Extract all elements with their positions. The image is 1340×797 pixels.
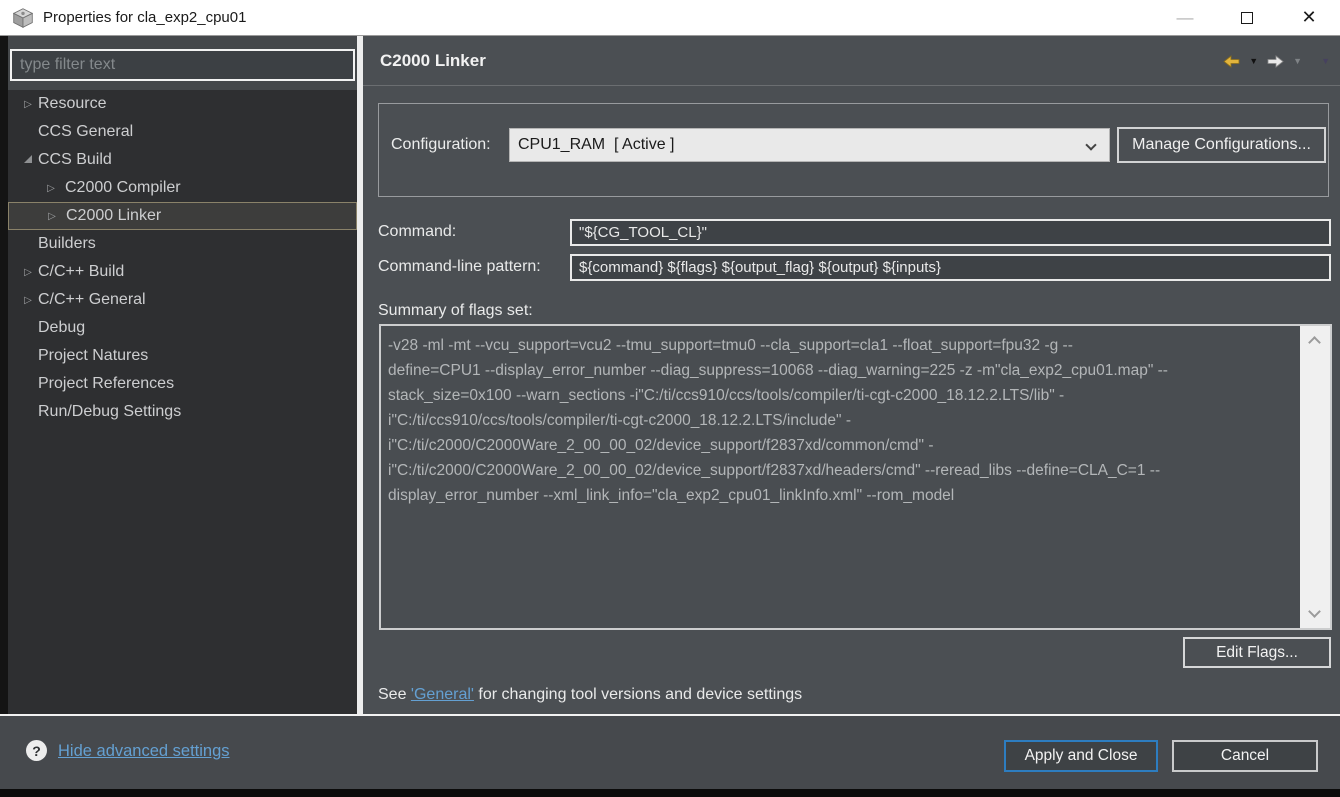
sidebar-item-label: Project Natures bbox=[38, 347, 149, 364]
hide-advanced-settings-link[interactable]: Hide advanced settings bbox=[58, 742, 230, 761]
flag-line: display_error_number --xml_link_info="cl… bbox=[388, 487, 955, 504]
flag-line: -v28 -ml -mt --vcu_support=vcu2 --tmu_su… bbox=[388, 337, 1073, 354]
command-label: Command: bbox=[378, 223, 457, 240]
chevron-down-icon bbox=[1085, 139, 1097, 151]
sidebar-item-run-debug-settings[interactable]: Run/Debug Settings bbox=[8, 398, 357, 426]
sidebar-item-label: CCS Build bbox=[38, 151, 112, 168]
sidebar-item-debug[interactable]: Debug bbox=[8, 314, 357, 342]
sidebar-item-label: Debug bbox=[38, 319, 86, 336]
sidebar-item-project-references[interactable]: Project References bbox=[8, 370, 357, 398]
sidebar-item-ccs-build[interactable]: CCS Build bbox=[8, 146, 357, 174]
maximize-button[interactable] bbox=[1216, 0, 1278, 35]
sidebar-item-ccs-general[interactable]: CCS General bbox=[8, 118, 357, 146]
tree-twistie-icon[interactable]: ▷ bbox=[22, 99, 34, 110]
edit-flags-button[interactable]: Edit Flags... bbox=[1183, 637, 1331, 668]
sidebar-item-label: CCS General bbox=[38, 123, 134, 140]
window-frame-bottom bbox=[0, 789, 1340, 797]
filter-area: type filter text bbox=[8, 36, 357, 90]
cancel-button[interactable]: Cancel bbox=[1172, 740, 1318, 772]
footer-note-suffix: for changing tool versions and device se… bbox=[473, 686, 803, 703]
scroll-up-icon[interactable] bbox=[1308, 336, 1321, 349]
window-frame-left bbox=[0, 36, 8, 789]
flag-line: i"C:/ti/c2000/C2000Ware_2_00_00_02/devic… bbox=[388, 462, 1161, 479]
back-history-dropdown-icon[interactable]: ▼ bbox=[1249, 56, 1258, 66]
sidebar-item-c2000-compiler[interactable]: ▷ C2000 Compiler bbox=[8, 174, 357, 202]
tree-twistie-icon[interactable]: ▷ bbox=[22, 267, 34, 278]
footer-note: See 'General' for changing tool versions… bbox=[378, 686, 802, 704]
title-bar[interactable]: Properties for cla_exp2_cpu01 — ✕ bbox=[0, 0, 1340, 36]
sidebar-item-resource[interactable]: ▷ Resource bbox=[8, 90, 357, 118]
configuration-group: Configuration: CPU1_RAM [ Active ] Manag… bbox=[378, 103, 1329, 197]
sidebar-item-project-natures[interactable]: Project Natures bbox=[8, 342, 357, 370]
view-menu-icon[interactable]: ▼ bbox=[1321, 56, 1330, 66]
sidebar-item-label: Project References bbox=[38, 375, 175, 392]
tree-twistie-icon[interactable]: ▷ bbox=[45, 183, 57, 194]
sidebar-item-label: Resource bbox=[38, 95, 107, 112]
help-icon[interactable]: ? bbox=[26, 740, 47, 761]
sidebar-item-label: Run/Debug Settings bbox=[38, 403, 182, 420]
forward-history-dropdown-icon[interactable]: ▼ bbox=[1293, 56, 1302, 66]
close-button[interactable]: ✕ bbox=[1278, 0, 1340, 35]
minimize-button[interactable]: — bbox=[1154, 0, 1216, 35]
tree-twistie-icon[interactable]: ▷ bbox=[22, 295, 34, 306]
flag-line: stack_size=0x100 --warn_sections -i"C:/t… bbox=[388, 387, 1065, 404]
general-link[interactable]: 'General' bbox=[411, 686, 474, 703]
flags-summary-box[interactable]: -v28 -ml -mt --vcu_support=vcu2 --tmu_su… bbox=[379, 324, 1332, 630]
filter-input[interactable]: type filter text bbox=[10, 49, 355, 81]
forward-arrow-icon[interactable] bbox=[1267, 54, 1284, 68]
sidebar-item-c-c-general[interactable]: ▷ C/C++ General bbox=[8, 286, 357, 314]
cube-icon bbox=[13, 7, 33, 28]
properties-sidebar: type filter text ▷ Resource CCS General CCS… bbox=[8, 36, 357, 714]
configuration-label: Configuration: bbox=[391, 136, 491, 153]
command-line-pattern-input[interactable]: ${command} ${flags} ${output_flag} ${out… bbox=[570, 254, 1331, 281]
bottom-bar: ? Hide advanced settings Apply and Close… bbox=[0, 716, 1340, 789]
configuration-select[interactable]: CPU1_RAM [ Active ] bbox=[509, 128, 1110, 162]
sidebar-item-label: C2000 Linker bbox=[66, 207, 162, 224]
flags-scrollbar[interactable] bbox=[1300, 326, 1330, 628]
command-input[interactable]: "${CG_TOOL_CL}" bbox=[570, 219, 1331, 246]
main-panel: C2000 Linker ▼ ▼ ▼ Configuration: CPU1_R… bbox=[363, 36, 1340, 714]
window-title: Properties for cla_exp2_cpu01 bbox=[43, 9, 247, 26]
sidebar-item-label: C/C++ Build bbox=[38, 263, 125, 280]
sidebar-item-label: Builders bbox=[38, 235, 96, 252]
footer-note-prefix: See bbox=[378, 686, 411, 703]
sidebar-item-label: C/C++ General bbox=[38, 291, 146, 308]
properties-dialog: Properties for cla_exp2_cpu01 — ✕ type f… bbox=[0, 0, 1340, 797]
command-line-pattern-label: Command-line pattern: bbox=[378, 258, 541, 275]
flags-summary-text: -v28 -ml -mt --vcu_support=vcu2 --tmu_su… bbox=[381, 326, 1300, 628]
properties-tree: ▷ Resource CCS General CCS Build ▷ C2000 Comp… bbox=[8, 90, 357, 426]
manage-configurations-button[interactable]: Manage Configurations... bbox=[1117, 127, 1326, 163]
sidebar-item-label: C2000 Compiler bbox=[65, 179, 181, 196]
page-title: C2000 Linker bbox=[380, 50, 486, 70]
back-arrow-icon[interactable] bbox=[1223, 54, 1240, 68]
apply-and-close-button[interactable]: Apply and Close bbox=[1004, 740, 1158, 772]
maximize-icon bbox=[1241, 11, 1253, 24]
sidebar-item-c2000-linker[interactable]: ▷ C2000 Linker bbox=[8, 202, 357, 230]
configuration-value: CPU1_RAM [ Active ] bbox=[518, 136, 675, 153]
flag-line: i"C:/ti/ccs910/ccs/tools/compiler/ti-cgt… bbox=[388, 412, 852, 429]
scroll-down-icon[interactable] bbox=[1308, 605, 1321, 618]
page-header: C2000 Linker ▼ ▼ ▼ bbox=[363, 36, 1340, 86]
summary-of-flags-label: Summary of flags set: bbox=[378, 302, 533, 319]
tree-twistie-icon[interactable] bbox=[22, 151, 34, 169]
flag-line: define=CPU1 --display_error_number --dia… bbox=[388, 362, 1168, 379]
tree-twistie-icon[interactable]: ▷ bbox=[46, 211, 58, 222]
flag-line: i"C:/ti/c2000/C2000Ware_2_00_00_02/devic… bbox=[388, 437, 934, 454]
sidebar-item-builders[interactable]: Builders bbox=[8, 230, 357, 258]
sidebar-item-c-c-build[interactable]: ▷ C/C++ Build bbox=[8, 258, 357, 286]
